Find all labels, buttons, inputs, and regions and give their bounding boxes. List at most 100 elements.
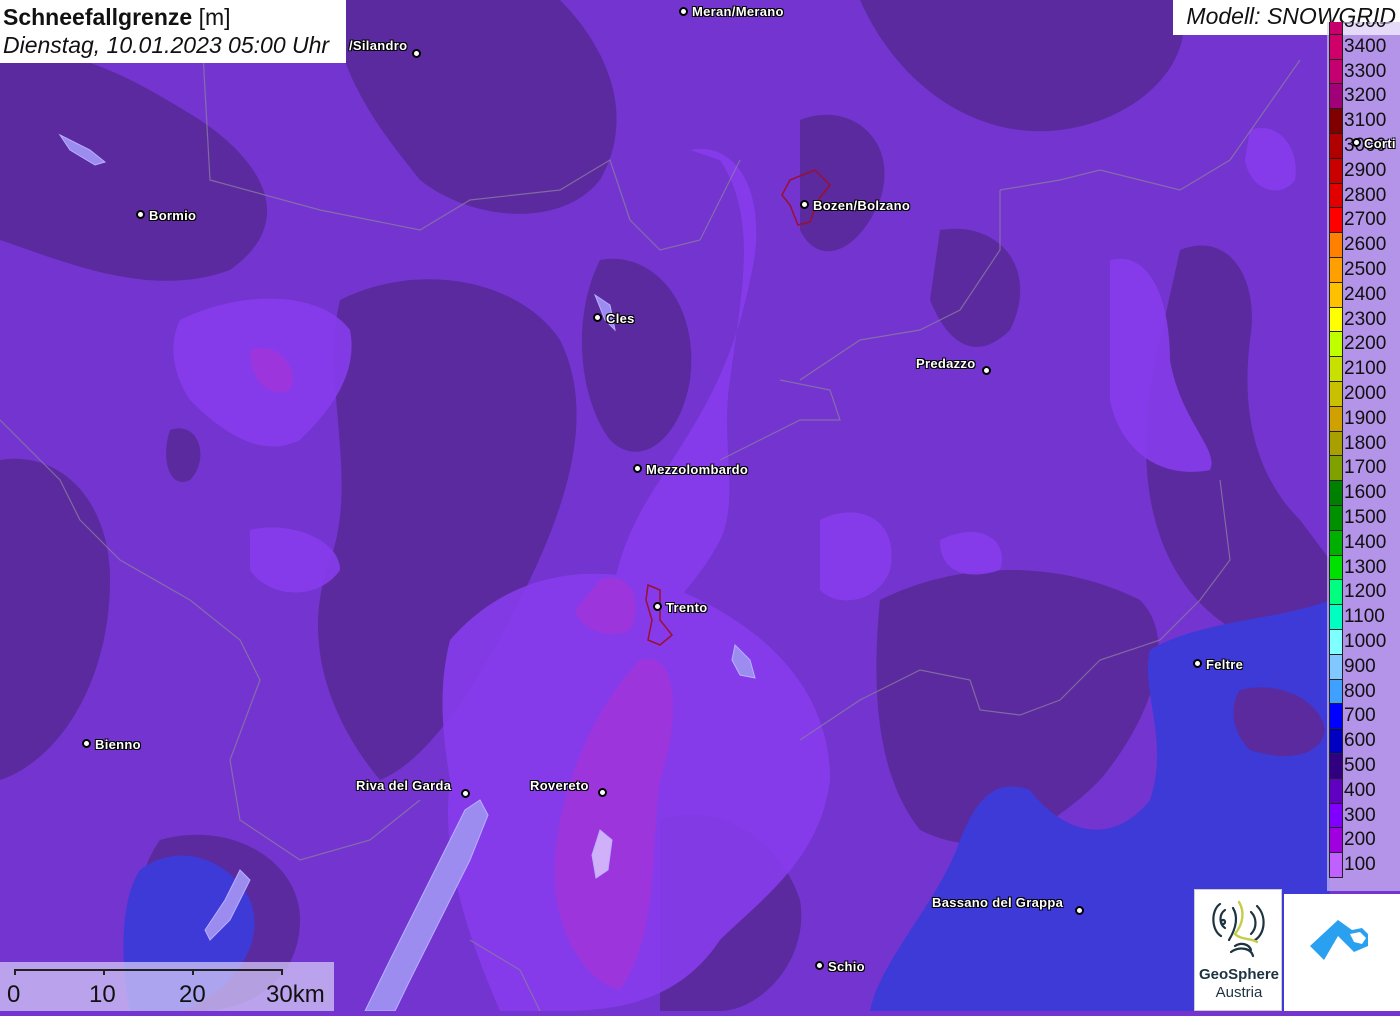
legend-entry: 2700 xyxy=(1327,208,1400,234)
legend-swatch xyxy=(1329,654,1343,680)
legend-swatch xyxy=(1329,530,1343,556)
city-dot xyxy=(800,200,809,209)
legend-swatch xyxy=(1329,555,1343,581)
legend-swatch xyxy=(1329,109,1343,134)
legend-label: 3400 xyxy=(1344,35,1387,57)
legend-label: 3300 xyxy=(1344,60,1387,82)
legend-swatch xyxy=(1329,307,1343,333)
scale-label: 30km xyxy=(266,981,325,1008)
city-dot xyxy=(593,313,602,322)
geosphere-contour-icon xyxy=(1212,900,1265,958)
legend-swatch xyxy=(1329,704,1343,730)
city-label-schio: Schio xyxy=(828,959,865,974)
legend-label: 2700 xyxy=(1344,209,1387,231)
legend-entry: 500 xyxy=(1327,754,1400,779)
city-label-bormio: Bormio xyxy=(149,208,197,223)
legend-label: 2100 xyxy=(1344,358,1387,380)
legend-entry: 1400 xyxy=(1327,530,1400,556)
legend-entry: 2200 xyxy=(1327,332,1400,358)
legend-swatch xyxy=(1329,431,1343,457)
legend-swatch xyxy=(1329,183,1343,209)
legend-swatch xyxy=(1329,853,1343,878)
legend-entry: 2800 xyxy=(1327,183,1400,209)
legend-entry: 2500 xyxy=(1327,258,1400,283)
scale-label: 10 xyxy=(89,981,116,1008)
city-dot xyxy=(679,7,688,16)
legend-label: 1800 xyxy=(1344,432,1387,454)
legend-label: 3100 xyxy=(1344,110,1387,132)
city-label-cortina: Corti xyxy=(1364,136,1396,151)
legend-label: 2600 xyxy=(1344,234,1387,256)
city-dot xyxy=(461,789,470,798)
legend-entry: 1000 xyxy=(1327,630,1400,655)
legend-label: 600 xyxy=(1344,730,1376,752)
legend-swatch xyxy=(1329,258,1343,283)
legend-swatch xyxy=(1329,382,1343,407)
legend-label: 1600 xyxy=(1344,482,1387,504)
legend-label: 900 xyxy=(1344,655,1376,677)
city-dot xyxy=(412,49,421,58)
legend-swatch xyxy=(1329,34,1343,60)
legend-swatch xyxy=(1329,605,1343,630)
city-label-merano: Meran/Merano xyxy=(692,4,784,19)
city-label-mezzolombardo: Mezzolombardo xyxy=(646,462,749,477)
legend-entry: 3400 xyxy=(1327,34,1400,60)
legend-swatch xyxy=(1329,456,1343,482)
legend-swatch xyxy=(1329,778,1343,804)
legend-entry: 2900 xyxy=(1327,158,1400,184)
legend-entry: 1900 xyxy=(1327,406,1400,432)
city-dot xyxy=(1193,659,1202,668)
legend-label: 1000 xyxy=(1344,631,1387,652)
title-text: Schneefallgrenze xyxy=(3,4,193,30)
snowfall-limit-map[interactable] xyxy=(0,0,1400,1011)
legend-swatch xyxy=(1329,754,1343,779)
city-dot xyxy=(1075,906,1084,915)
legend-label: 2300 xyxy=(1344,308,1387,330)
legend-entry: 3200 xyxy=(1327,84,1400,110)
legend-swatch xyxy=(1329,729,1343,754)
legend-label: 200 xyxy=(1344,829,1376,851)
map-datetime: Dienstag, 10.01.2023 05:00 Uhr xyxy=(3,32,330,58)
geosphere-austria-logo[interactable]: GeoSphere Austria xyxy=(1194,889,1282,1011)
legend-label: 2400 xyxy=(1344,283,1387,305)
legend-entry: 1500 xyxy=(1327,506,1400,531)
city-label-feltre: Feltre xyxy=(1206,657,1244,672)
legend-swatch xyxy=(1329,481,1343,506)
city-label-bolzano: Bozen/Bolzano xyxy=(813,198,911,213)
city-dot xyxy=(653,602,662,611)
scale-bar: 0 10 20 30km xyxy=(0,962,334,1011)
legend-label: 3500 xyxy=(1344,22,1386,33)
legend-label: 1300 xyxy=(1344,556,1387,578)
legend-entry: 2600 xyxy=(1327,233,1400,258)
legend-entry: 3100 xyxy=(1327,109,1400,134)
legend-entry: 100 xyxy=(1327,853,1400,878)
legend-entry: 2000 xyxy=(1327,382,1400,407)
scale-tick xyxy=(281,969,283,975)
title-unit: [m] xyxy=(198,4,231,30)
legend-entry: 1700 xyxy=(1327,456,1400,482)
logo-text-geosphere: GeoSphere xyxy=(1198,966,1280,983)
city-label-silandro: /Silandro xyxy=(349,38,408,53)
scale-line xyxy=(14,969,283,971)
legend-swatch xyxy=(1329,679,1343,705)
legend-label: 700 xyxy=(1344,705,1376,727)
legend-swatch xyxy=(1329,506,1343,531)
legend-swatch xyxy=(1329,208,1343,234)
legend-entry: 200 xyxy=(1327,828,1400,854)
city-label-predazzo: Predazzo xyxy=(916,356,976,371)
legend-swatch xyxy=(1329,282,1343,308)
legend-swatch xyxy=(1329,134,1343,159)
city-label-rovereto: Rovereto xyxy=(530,778,589,793)
legend-entry: 1800 xyxy=(1327,431,1400,457)
city-dot xyxy=(1352,138,1361,147)
legend-label: 2500 xyxy=(1344,259,1387,280)
city-dot xyxy=(82,739,91,748)
legend-entry: 1300 xyxy=(1327,555,1400,581)
legend-swatch xyxy=(1329,828,1343,854)
legend-swatch xyxy=(1329,580,1343,606)
partner-logo[interactable] xyxy=(1284,894,1400,1011)
scale-tick xyxy=(14,969,16,975)
scale-label: 0 xyxy=(7,981,21,1008)
legend-entry: 1600 xyxy=(1327,481,1400,506)
city-label-trento: Trento xyxy=(666,600,708,615)
